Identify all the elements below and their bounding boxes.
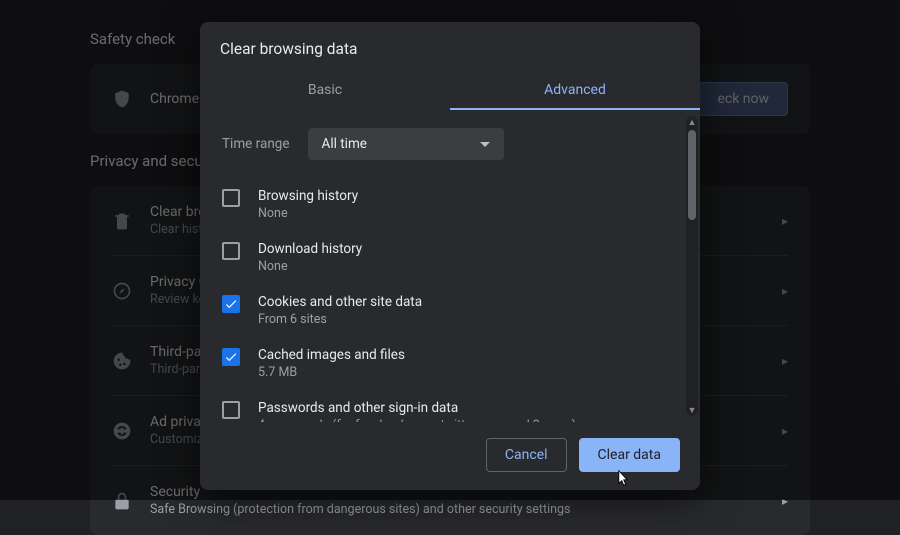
checkbox[interactable] bbox=[222, 242, 240, 260]
option-row[interactable]: Browsing history None bbox=[220, 178, 680, 231]
checkbox[interactable] bbox=[222, 189, 240, 207]
option-title: Passwords and other sign-in data bbox=[258, 400, 576, 416]
tab-basic[interactable]: Basic bbox=[200, 72, 450, 110]
option-title: Download history bbox=[258, 241, 362, 257]
dialog-tabs: Basic Advanced bbox=[200, 72, 700, 110]
time-range-label: Time range bbox=[222, 136, 290, 152]
option-subtitle: 4 passwords (for facebook.com, twitter.c… bbox=[258, 418, 576, 422]
dialog-scroll-area[interactable]: Time range All time Browsing history None… bbox=[200, 110, 700, 422]
option-title: Browsing history bbox=[258, 188, 358, 204]
option-row[interactable]: Cookies and other site data From 6 sites bbox=[220, 284, 680, 337]
option-title: Cookies and other site data bbox=[258, 294, 422, 310]
option-subtitle: None bbox=[258, 206, 358, 221]
checkbox[interactable] bbox=[222, 348, 240, 366]
scroll-down-arrow-icon[interactable]: ▼ bbox=[686, 404, 698, 416]
option-row[interactable]: Download history None bbox=[220, 231, 680, 284]
time-range-value: All time bbox=[322, 136, 367, 152]
dialog-title: Clear browsing data bbox=[200, 22, 700, 72]
cancel-button[interactable]: Cancel bbox=[486, 438, 567, 472]
option-subtitle: None bbox=[258, 259, 362, 274]
option-title: Cached images and files bbox=[258, 347, 405, 363]
scroll-up-arrow-icon[interactable]: ▲ bbox=[686, 116, 698, 128]
caret-down-icon bbox=[480, 142, 490, 147]
clear-data-button[interactable]: Clear data bbox=[579, 438, 680, 472]
scrollbar[interactable]: ▲ ▼ bbox=[686, 116, 698, 416]
clear-browsing-data-dialog: Clear browsing data Basic Advanced Time … bbox=[200, 22, 700, 490]
scrollbar-thumb[interactable] bbox=[688, 130, 696, 220]
tab-advanced[interactable]: Advanced bbox=[450, 72, 700, 110]
checkbox[interactable] bbox=[222, 401, 240, 419]
checkbox[interactable] bbox=[222, 295, 240, 313]
option-subtitle: From 6 sites bbox=[258, 312, 422, 327]
option-row[interactable]: Passwords and other sign-in data 4 passwo… bbox=[220, 390, 680, 422]
option-row[interactable]: Cached images and files 5.7 MB bbox=[220, 337, 680, 390]
time-range-select[interactable]: All time bbox=[308, 128, 504, 160]
option-subtitle: 5.7 MB bbox=[258, 365, 405, 380]
